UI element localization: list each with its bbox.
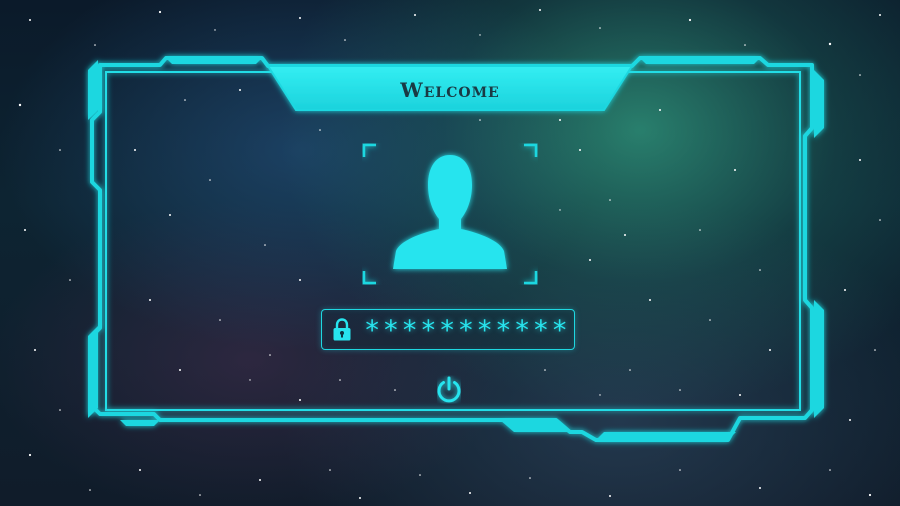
password-value: *********** xyxy=(364,315,571,346)
welcome-title: Welcome xyxy=(400,78,500,102)
power-icon[interactable] xyxy=(434,375,464,405)
login-screen: Welcome *********** xyxy=(0,0,900,506)
password-field[interactable]: *********** xyxy=(321,309,575,350)
user-avatar-icon xyxy=(362,143,538,285)
padlock-icon xyxy=(333,318,351,341)
